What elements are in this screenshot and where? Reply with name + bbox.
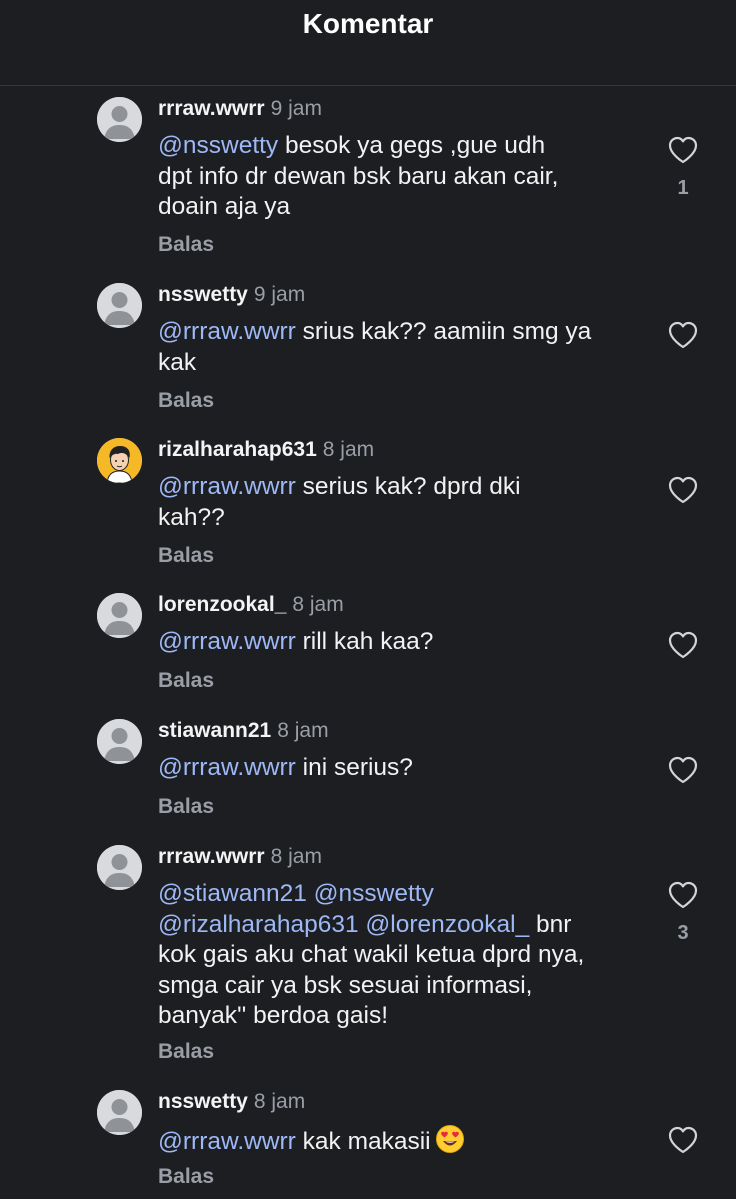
user-avatar-cartoon-icon[interactable] [97, 438, 142, 483]
mention-link[interactable]: @nsswetty [158, 132, 278, 159]
comment-meta: rrraw.wwrr 9 jam [158, 97, 322, 121]
comment-text-segment: srius kak?? aamiin smg ya [295, 318, 592, 345]
comment-text-segment: kok gais aku chat wakil ketua dprd nya, [158, 941, 585, 968]
mention-link[interactable]: @lorenzookal_ [365, 911, 529, 938]
mention-link[interactable]: @rrraw.wwrr [158, 318, 296, 345]
comment-username[interactable]: nsswetty [158, 1090, 248, 1113]
heart-outline-icon[interactable] [667, 755, 699, 785]
reply-button[interactable]: Balas [158, 1040, 214, 1064]
comment-text-segment: doain aja ya [158, 193, 291, 220]
comment-text-line: smga cair ya bsk sesuai informasi, [158, 971, 648, 1002]
heart-outline-icon[interactable] [667, 135, 699, 165]
heart-outline-icon[interactable] [667, 475, 699, 505]
comment-meta: nsswetty 9 jam [158, 283, 305, 307]
comment-text: @rrraw.wwrr ini serius? [158, 753, 648, 784]
comment-text: @rrraw.wwrr kak makasii [158, 1124, 648, 1163]
comment-text-line: kok gais aku chat wakil ketua dprd nya, [158, 940, 648, 971]
comment-text-segment [307, 880, 314, 907]
mention-link[interactable]: @rrraw.wwrr [158, 473, 296, 500]
like-count: 3 [677, 922, 689, 944]
heart-outline-icon[interactable] [667, 880, 699, 910]
comment-timestamp: 9 jam [253, 283, 306, 306]
default-avatar-icon[interactable] [97, 97, 142, 142]
mention-link[interactable]: @rizalharahap631 [158, 911, 359, 938]
comment-text: @nsswetty besok ya gegs ,gue udh dpt info… [158, 131, 648, 223]
mention-link[interactable]: @rrraw.wwrr [158, 1128, 296, 1155]
comment-meta: lorenzookal_ 8 jam [158, 593, 344, 617]
comment-text-segment: banyak'' berdoa gais! [158, 1002, 389, 1029]
mention-link[interactable]: @nsswetty [314, 880, 434, 907]
comment-text-line: @rrraw.wwrr serius kak? dprd dki [158, 472, 648, 503]
heart-outline-icon[interactable] [667, 320, 699, 350]
comment-username[interactable]: lorenzookal_ [158, 593, 286, 616]
comment-timestamp: 8 jam [322, 438, 375, 461]
default-avatar-icon[interactable] [97, 845, 142, 890]
comment-text-segment: serius kak? dprd dki [295, 473, 521, 500]
page-title: Komentar [302, 8, 434, 39]
heart-outline-icon[interactable] [667, 1125, 699, 1155]
comment-timestamp: 8 jam [270, 845, 322, 868]
comment-text-segment: rill kah kaa? [295, 628, 434, 655]
comment-text-line: @nsswetty besok ya gegs ,gue udh [158, 131, 648, 162]
comment-timestamp: 8 jam [253, 1090, 306, 1113]
comment-text-segment: ini serius? [295, 754, 413, 781]
comment-text-line: dpt info dr dewan bsk baru akan cair, [158, 162, 648, 193]
comment-timestamp: 8 jam [277, 719, 329, 742]
reply-button[interactable]: Balas [158, 389, 214, 413]
comment-text-line: banyak'' berdoa gais! [158, 1001, 648, 1032]
comment-text-line: @rrraw.wwrr kak makasii [158, 1124, 648, 1163]
comment-text-segment: smga cair ya bsk sesuai informasi, [158, 971, 533, 999]
comment-text: @rrraw.wwrr serius kak? dprd dki kah?? [158, 472, 648, 533]
mention-link[interactable]: @rrraw.wwrr [158, 754, 296, 781]
reply-button[interactable]: Balas [158, 795, 214, 819]
comment-text-segment: bnr [529, 910, 572, 938]
comment-text-segment: kak [158, 348, 197, 376]
comment-text-line: doain aja ya [158, 192, 648, 223]
reply-button[interactable]: Balas [158, 669, 214, 693]
comment-meta: rizalharahap631 8 jam [158, 438, 374, 462]
comment-text-line: kak [158, 348, 648, 379]
default-avatar-icon[interactable] [97, 283, 142, 328]
comment-text-segment: besok ya gegs ,gue udh [278, 132, 546, 159]
comments-header: Komentar [0, 0, 736, 86]
reply-button[interactable]: Balas [158, 1165, 214, 1189]
comment-timestamp: 9 jam [270, 97, 322, 120]
comment-text: @rrraw.wwrr rill kah kaa? [158, 627, 648, 658]
default-avatar-icon[interactable] [97, 719, 142, 764]
heart-outline-icon[interactable] [667, 630, 699, 660]
comment-meta: stiawann21 8 jam [158, 719, 329, 743]
comment-text: @rrraw.wwrr srius kak?? aamiin smg ya kak [158, 317, 648, 378]
comment-meta: rrraw.wwrr 8 jam [158, 845, 322, 869]
mention-link[interactable]: @stiawann21 [158, 880, 307, 907]
mention-link[interactable]: @rrraw.wwrr [158, 628, 296, 655]
comment-username[interactable]: stiawann21 [158, 719, 271, 742]
comment-username[interactable]: rrraw.wwrr [158, 845, 265, 868]
reply-button[interactable]: Balas [158, 544, 214, 568]
reply-button[interactable]: Balas [158, 233, 214, 257]
comment-meta: nsswetty 8 jam [158, 1090, 305, 1114]
comment-text-line: @stiawann21 @nsswetty [158, 879, 648, 910]
comment-text: @stiawann21 @nsswetty @rizalharahap631 @l… [158, 879, 648, 1032]
comment-text-segment: dpt info dr dewan bsk baru akan cair, [158, 162, 559, 190]
like-count: 1 [677, 177, 689, 199]
comment-timestamp: 8 jam [292, 593, 344, 616]
heart-eyes-emoji-icon [435, 1124, 465, 1163]
comment-username[interactable]: rizalharahap631 [158, 438, 317, 461]
comment-text-line: kah?? [158, 503, 648, 534]
comment-text-line: @rrraw.wwrr srius kak?? aamiin smg ya [158, 317, 648, 348]
comment-text-line: @rrraw.wwrr ini serius? [158, 753, 648, 784]
comment-text-segment: kah?? [158, 503, 225, 531]
comment-text-line: @rrraw.wwrr rill kah kaa? [158, 627, 648, 658]
comment-username[interactable]: nsswetty [158, 283, 248, 306]
comment-text-line: @rizalharahap631 @lorenzookal_ bnr [158, 910, 648, 941]
default-avatar-icon[interactable] [97, 593, 142, 638]
comment-text-segment: kak makasii [295, 1128, 431, 1155]
default-avatar-icon[interactable] [97, 1090, 142, 1135]
comment-username[interactable]: rrraw.wwrr [158, 97, 265, 120]
